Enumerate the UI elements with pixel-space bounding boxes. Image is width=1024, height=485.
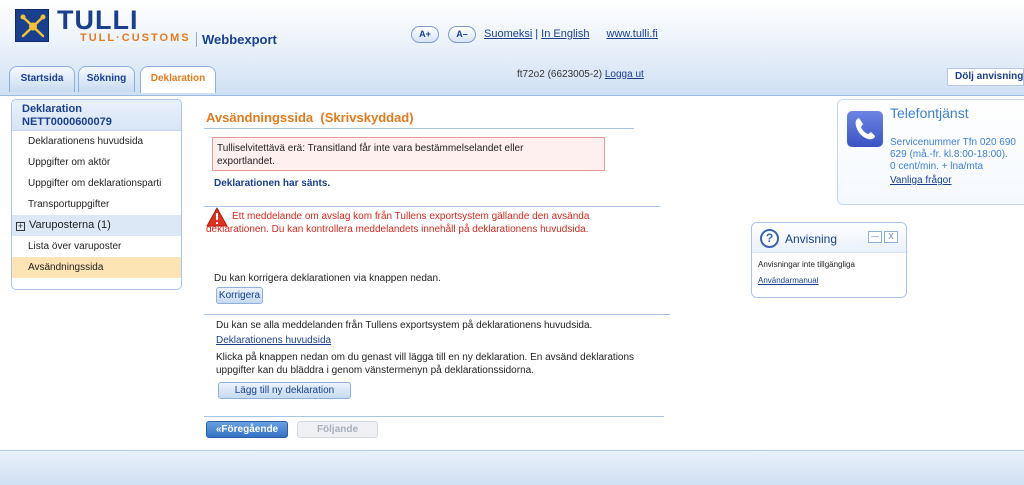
sidebar-header: Deklaration NETT0000600079 [12, 100, 181, 131]
add-new-declaration-button[interactable]: Lägg till ny deklaration [218, 382, 351, 399]
sidebar-item-transport[interactable]: Transportuppgifter [12, 194, 181, 215]
divider [204, 416, 664, 417]
sidebar-item-consignment[interactable]: Uppgifter om deklarationsparti [12, 173, 181, 194]
rejection-notice: Ett meddelande om avslag kom från Tullen… [206, 211, 590, 235]
sidebar-title: Deklaration [22, 103, 82, 115]
previous-button[interactable]: «Föregående [206, 421, 288, 438]
declaration-sidebar: Deklaration NETT0000600079 Deklarationen… [11, 99, 182, 290]
page-title: Avsändningssida (Skrivskyddad) [206, 110, 414, 125]
tab-startsida[interactable]: Startsida [9, 66, 75, 92]
header: TULLI TULL·CUSTOMS Webbexport A+ A– Suom… [0, 0, 1024, 96]
declaration-number: NETT0000600079 [22, 116, 112, 128]
help-icon: ? [760, 229, 779, 248]
phone-number-line: Servicenummer Tfn 020 690 [890, 137, 1016, 148]
sidebar-item-label: Varuposterna (1) [29, 219, 111, 231]
error-text-line1: Tulliselvitettävä erä: Transitland får i… [217, 143, 524, 154]
product-name: Webbexport [196, 32, 277, 47]
correct-instruction: Du kan korrigera deklarationen via knapp… [214, 273, 441, 284]
user-info: ft72o2 (6623005-2) Logga ut [517, 69, 644, 80]
separator: | [535, 28, 539, 40]
phone-icon [847, 111, 883, 147]
guidance-title: Anvisning [785, 232, 838, 246]
messages-instruction: Du kan se alla meddelanden från Tullens … [216, 320, 593, 331]
divider [204, 314, 670, 315]
font-increase-button[interactable]: A+ [411, 26, 439, 43]
error-text-line2: exportlandet. [217, 156, 275, 167]
lang-english-link[interactable]: In English [541, 28, 589, 40]
language-links: Suomeksi | In English www.tulli.fi [484, 28, 658, 40]
minimize-icon[interactable]: — [868, 231, 882, 243]
sent-status: Deklarationen har sänts. [214, 178, 331, 189]
declaration-main-page-link[interactable]: Deklarationens huvudsida [216, 335, 331, 346]
divider [204, 206, 660, 207]
phone-cost-line: 0 cent/min. + lna/mta [890, 161, 984, 172]
phone-service-title: Telefontjänst [890, 105, 969, 121]
new-declaration-instruction: Klicka på knappen nedan om du genast vil… [216, 352, 635, 376]
tab-sokning[interactable]: Sökning [78, 66, 135, 92]
guidance-header: ? Anvisning — X [752, 223, 906, 253]
sidebar-item-goods-list[interactable]: Lista över varuposter [12, 236, 181, 257]
tab-deklaration[interactable]: Deklaration [140, 66, 216, 93]
phone-hours-line: 629 (må.-fr. kl.8:00-18:00). [890, 149, 1008, 160]
guidance-panel: ? Anvisning — X Anvisningar inte tillgän… [751, 222, 907, 298]
user-manual-link[interactable]: Användarmanual [758, 276, 818, 285]
sidebar-item-actor[interactable]: Uppgifter om aktör [12, 152, 181, 173]
error-message-box: Tulliselvitettävä erä: Transitland får i… [212, 137, 605, 171]
guidance-text: Anvisningar inte tillgängliga [758, 260, 855, 269]
brand-subtitle: TULL·CUSTOMS [80, 32, 191, 44]
tulli-site-link[interactable]: www.tulli.fi [607, 28, 658, 40]
next-button: Följande [297, 421, 378, 438]
phone-service-panel: Telefontjänst Servicenummer Tfn 020 690 … [837, 99, 1024, 205]
phone-service-info: Servicenummer Tfn 020 690 629 (må.-fr. k… [890, 137, 1016, 173]
logout-link[interactable]: Logga ut [605, 69, 644, 80]
footer [0, 450, 1024, 485]
hide-guidance-button[interactable]: Dölj anvisning [947, 68, 1024, 86]
faq-link[interactable]: Vanliga frågor [890, 175, 952, 186]
expand-icon[interactable]: + [16, 222, 25, 231]
close-icon[interactable]: X [884, 231, 898, 243]
sidebar-item-goods-items[interactable]: + Varuposterna (1) [12, 215, 181, 236]
divider [204, 128, 634, 129]
customs-emblem-icon [15, 9, 49, 42]
font-decrease-button[interactable]: A– [448, 26, 476, 43]
sidebar-item-send-page[interactable]: Avsändningssida [12, 257, 181, 278]
correct-button[interactable]: Korrigera [216, 287, 263, 304]
sidebar-item-main-page[interactable]: Deklarationens huvudsida [12, 131, 181, 152]
lang-finnish-link[interactable]: Suomeksi [484, 28, 532, 40]
user-id: ft72o2 (6623005-2) [517, 69, 603, 80]
